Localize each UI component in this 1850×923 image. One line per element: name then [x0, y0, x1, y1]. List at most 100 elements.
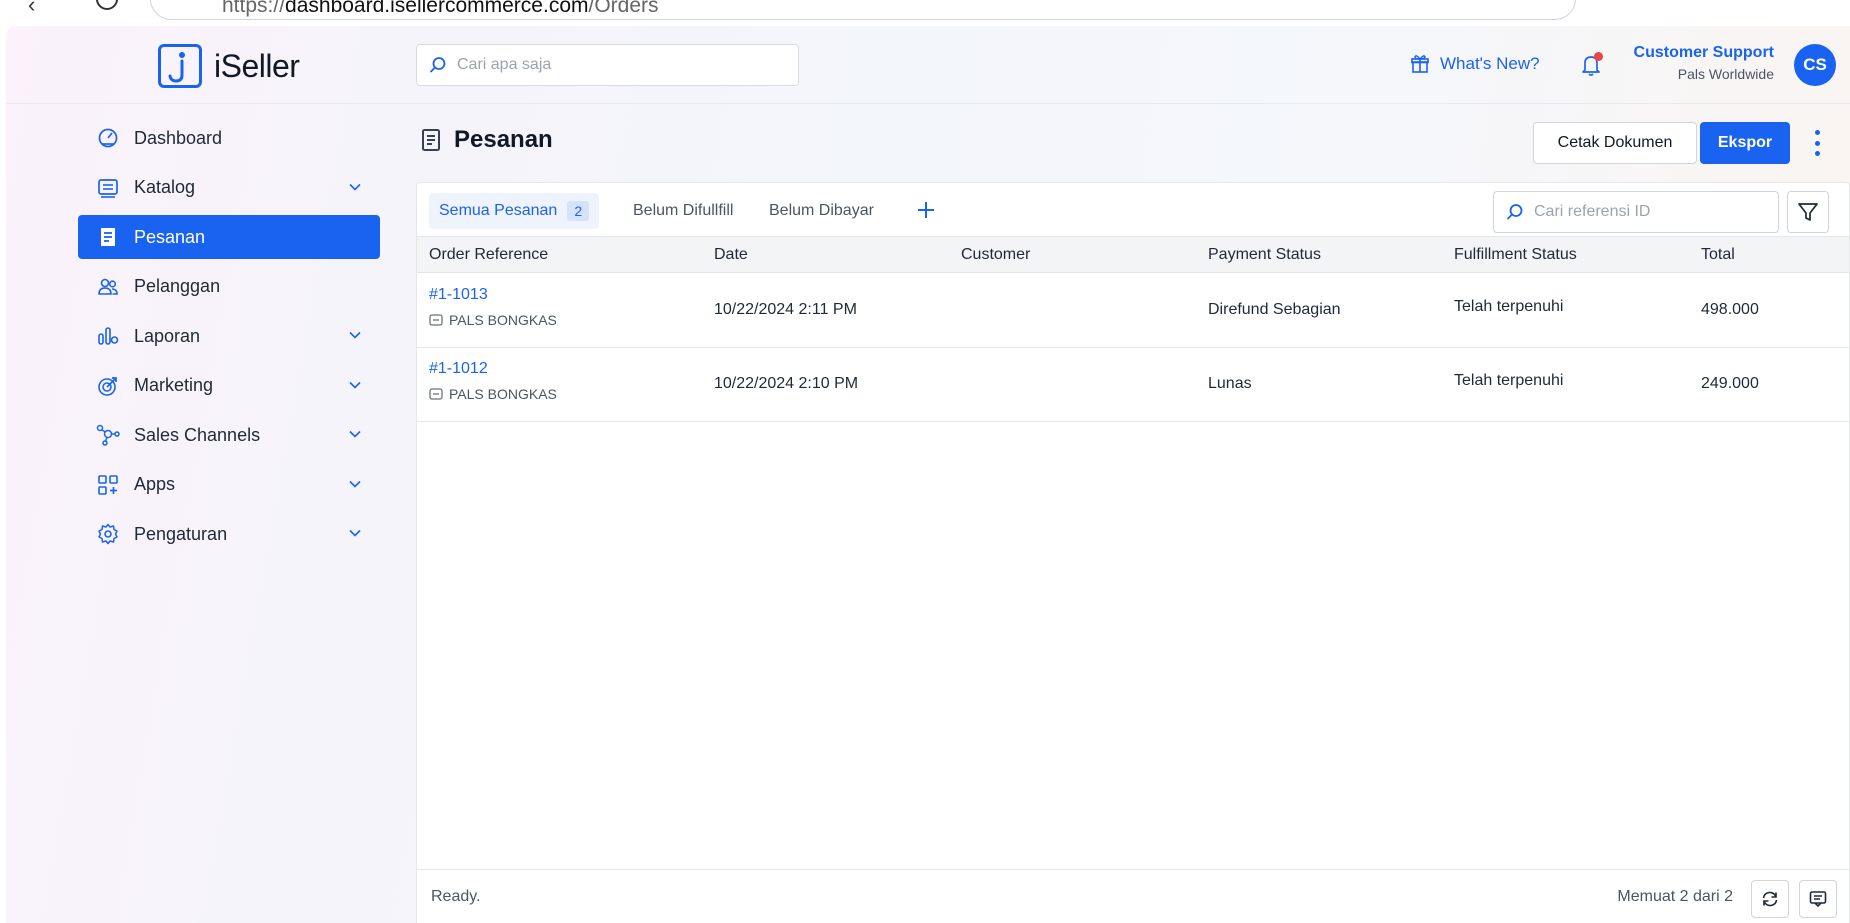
status-text: Ready. [431, 888, 481, 905]
column-header[interactable]: Date [714, 246, 748, 264]
avatar[interactable]: CS [1794, 44, 1836, 86]
dashboard-icon [96, 126, 120, 150]
sidebar-item-laporan[interactable]: Laporan [78, 314, 380, 358]
tab-count-badge: 2 [567, 201, 590, 221]
reload-icon[interactable] [96, 0, 118, 10]
column-header[interactable]: Order Reference [429, 246, 548, 264]
sidebar-item-label: Pengaturan [134, 523, 228, 544]
notifications-button[interactable] [1578, 52, 1604, 78]
customers-icon [96, 275, 120, 299]
date-cell: 10/22/2024 2:11 PM [714, 301, 857, 318]
loaded-count: Memuat 2 dari 2 [1617, 888, 1733, 905]
tab-label: Belum Difullfill [633, 202, 734, 219]
more-options-icon[interactable] [1809, 130, 1825, 156]
sidebar-item-katalog[interactable]: Katalog [78, 166, 380, 210]
refresh-button[interactable] [1751, 880, 1789, 918]
order-reference-cell: #1-1012 PALS BONGKAS [429, 360, 557, 402]
app-window: iSeller What's New? [6, 26, 1850, 923]
url-text[interactable]: https://dashboard.isellercommerce.com/Or… [222, 0, 659, 18]
brand-logo[interactable]: iSeller [158, 44, 300, 88]
sidebar-item-marketing[interactable]: Marketing [78, 364, 380, 408]
chevron-down-icon [349, 331, 361, 339]
tab-unfulfilled[interactable]: Belum Difullfill [633, 193, 733, 229]
tab-label: Semua Pesanan [439, 202, 558, 219]
reference-search-input[interactable] [1534, 203, 1764, 221]
whats-new-label: What's New? [1440, 54, 1540, 73]
column-header[interactable]: Fulfillment Status [1454, 246, 1577, 264]
store-name: PALS BONGKAS [449, 312, 557, 328]
reports-icon [96, 324, 120, 348]
payment-status-cell: Direfund Sebagian [1208, 301, 1341, 318]
feedback-button[interactable] [1799, 880, 1837, 918]
chevron-down-icon [349, 529, 361, 537]
sidebar: Dashboard Katalog Pesanan Pelanggan Lapo… [78, 116, 380, 562]
sidebar-item-pengaturan[interactable]: Pengaturan [78, 512, 380, 556]
brand-name: iSeller [214, 47, 300, 84]
catalog-icon [96, 176, 120, 200]
iseller-logo-icon [158, 44, 202, 88]
store-tag: PALS BONGKAS [429, 312, 557, 328]
top-header: iSeller What's New? [6, 26, 1850, 104]
order-link[interactable]: #1-1012 [429, 360, 557, 378]
filter-icon [1798, 203, 1818, 221]
user-org: Pals Worldwide [1677, 66, 1774, 82]
sidebar-item-label: Laporan [134, 325, 201, 346]
sidebar-item-pelanggan[interactable]: Pelanggan [78, 265, 380, 309]
date-cell: 10/22/2024 2:10 PM [714, 375, 859, 392]
fulfillment-status-cell: Telah terpenuhi [1454, 298, 1564, 315]
user-menu[interactable]: Customer Support Pals Worldwide [1634, 44, 1774, 82]
gift-icon [1411, 55, 1429, 73]
global-search[interactable] [416, 44, 799, 86]
total-cell: 249.000 [1701, 375, 1759, 392]
add-tab-button[interactable] [911, 195, 941, 225]
marketing-icon [96, 374, 120, 398]
store-icon [429, 314, 443, 326]
sidebar-item-label: Apps [134, 474, 176, 494]
filter-button[interactable] [1787, 191, 1829, 233]
tab-unpaid[interactable]: Belum Dibayar [769, 193, 874, 229]
table-row[interactable]: #1-1012 PALS BONGKAS 10/22/2024 2:10 PM … [417, 348, 1849, 422]
sidebar-item-apps[interactable]: Apps [78, 463, 380, 507]
orders-icon [96, 225, 120, 249]
whats-new-link[interactable]: What's New? [1410, 54, 1540, 74]
table-row[interactable]: #1-1013 PALS BONGKAS 10/22/2024 2:11 PM … [417, 274, 1849, 348]
chevron-down-icon [349, 381, 361, 389]
column-header[interactable]: Customer [961, 246, 1030, 264]
user-name: Customer Support [1633, 44, 1774, 61]
sidebar-item-label: Dashboard [134, 127, 223, 148]
page-header: Pesanan [420, 126, 553, 154]
tab-label: Belum Dibayar [769, 202, 874, 219]
store-name: PALS BONGKAS [449, 386, 557, 402]
back-arrow-icon[interactable]: ‹ [28, 0, 35, 18]
sidebar-item-label: Marketing [134, 375, 214, 395]
column-header[interactable]: Total [1701, 246, 1735, 264]
sidebar-item-label: Pesanan [134, 226, 206, 247]
sidebar-item-sales-channels[interactable]: Sales Channels [78, 413, 380, 457]
sidebar-item-pesanan[interactable]: Pesanan [78, 215, 380, 259]
search-icon [430, 57, 446, 73]
page-title: Pesanan [454, 126, 553, 153]
store-tag: PALS BONGKAS [429, 386, 557, 402]
column-header[interactable]: Payment Status [1208, 246, 1321, 264]
export-button[interactable]: Ekspor [1700, 122, 1790, 164]
payment-status-cell: Lunas [1208, 375, 1252, 392]
refresh-icon [1762, 891, 1778, 907]
sales-channels-icon [96, 423, 120, 447]
orders-icon [422, 129, 440, 151]
sidebar-item-label: Katalog [134, 177, 196, 197]
settings-icon [96, 522, 120, 546]
search-icon [1507, 204, 1523, 220]
tab-all-orders[interactable]: Semua Pesanan 2 [429, 193, 600, 229]
total-cell: 498.000 [1701, 301, 1759, 318]
fulfillment-status-cell: Telah terpenuhi [1454, 372, 1564, 389]
order-link[interactable]: #1-1013 [429, 286, 557, 304]
sidebar-item-dashboard[interactable]: Dashboard [78, 116, 380, 160]
global-search-input[interactable] [457, 56, 777, 74]
print-documents-button[interactable]: Cetak Dokumen [1533, 122, 1697, 164]
store-icon [429, 388, 443, 400]
chevron-down-icon [349, 480, 361, 488]
sidebar-item-label: Sales Channels [134, 424, 261, 445]
reference-search[interactable] [1493, 191, 1779, 233]
browser-toolbar: ‹ https://dashboard.isellercommerce.com/… [0, 0, 1850, 26]
orders-card: Semua Pesanan 2 Belum Difullfill Belum D… [416, 182, 1850, 923]
